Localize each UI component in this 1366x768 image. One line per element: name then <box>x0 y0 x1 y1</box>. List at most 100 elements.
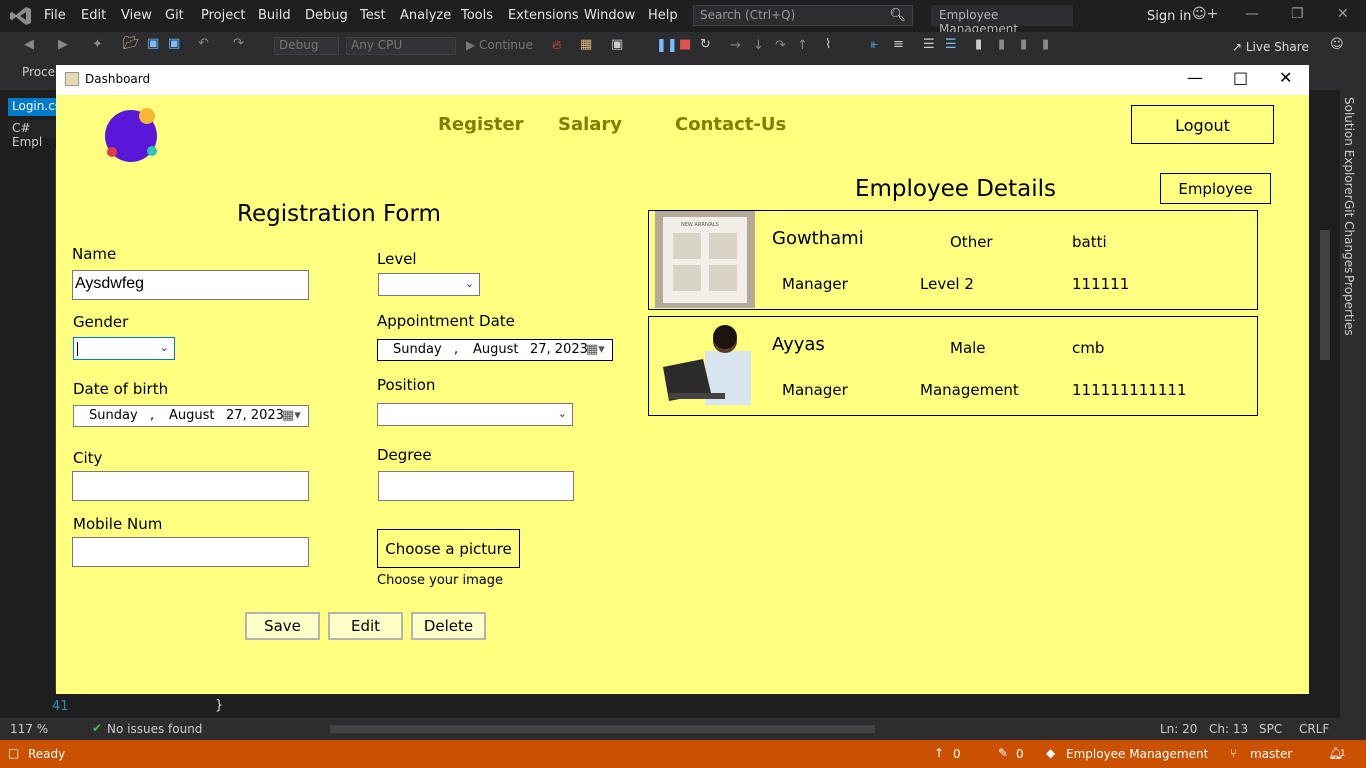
name-label: Name <box>72 245 117 263</box>
screenshot-icon[interactable]: ▣ <box>611 37 623 52</box>
right-tab-solution-explorer[interactable]: Solution Explorer <box>1342 97 1356 200</box>
open-folder-icon[interactable]: 📂︎ <box>123 36 140 51</box>
vs-restore-icon[interactable]: ❐ <box>1291 6 1304 22</box>
gender-select[interactable]: ⌄ <box>73 337 175 360</box>
calendar-icon[interactable]: ▦▾ <box>282 408 301 423</box>
menu-git[interactable]: Git <box>165 8 184 23</box>
chevron-down-icon: ⌄ <box>557 407 567 420</box>
next-bookmark-icon[interactable]: ▮ <box>1020 37 1027 52</box>
uncomment-icon[interactable]: ☰ <box>945 37 957 52</box>
dob-month: August <box>169 408 215 423</box>
menu-view[interactable]: View <box>121 8 152 23</box>
platform-combo[interactable]: Any CPU <box>346 37 456 55</box>
undo-icon[interactable]: ↶ <box>198 36 209 51</box>
feedback-icon[interactable]: ☺ <box>1330 37 1344 52</box>
menu-build[interactable]: Build <box>258 8 291 23</box>
hot-reload-icon[interactable]: 🔥︎ <box>552 38 562 53</box>
live-share-button[interactable]: ↗ Live Share <box>1232 40 1309 54</box>
prev-bookmark-icon[interactable]: ▮ <box>998 37 1005 52</box>
tab-login[interactable]: Login.cs <box>8 98 61 116</box>
maximize-icon[interactable]: □ <box>1233 68 1248 87</box>
menu-extensions[interactable]: Extensions <box>508 8 579 23</box>
horizontal-scrollbar[interactable] <box>330 725 875 733</box>
save-all-icon[interactable]: ▣ <box>168 36 180 51</box>
menu-project[interactable]: Project <box>201 8 245 23</box>
restart-icon[interactable]: ↻ <box>700 37 711 52</box>
menu-debug[interactable]: Debug <box>305 8 348 23</box>
diagnostic-icon[interactable]: ⌇ <box>825 37 831 52</box>
add-user-icon[interactable]: ☺+ <box>1192 6 1218 22</box>
appointment-date-picker[interactable]: Sunday , August 27, 2023 ▦▾ <box>377 339 613 361</box>
city-input[interactable] <box>72 471 309 501</box>
toggle-icon[interactable]: ⫦ <box>871 37 878 52</box>
delete-button[interactable]: Delete <box>411 612 486 640</box>
degree-input[interactable] <box>378 471 574 501</box>
pencil-icon[interactable]: ✎ <box>998 746 1008 760</box>
name-input[interactable]: Aysdwfeg <box>72 270 309 300</box>
find-icon[interactable]: ▦ <box>580 37 592 52</box>
new-item-icon[interactable]: ✦ <box>92 37 103 52</box>
push-icon[interactable]: ↑ <box>934 746 944 760</box>
nav-contact[interactable]: Contact-Us <box>675 114 786 135</box>
vs-logo-icon <box>10 6 32 26</box>
level-select[interactable]: ⌄ <box>378 273 480 296</box>
form-title: Registration Form <box>237 201 441 227</box>
appointment-day: Sunday <box>393 342 442 357</box>
company-logo <box>102 107 162 163</box>
zoom-level[interactable]: 117 % <box>10 722 48 736</box>
tab-empl[interactable]: C# Empl <box>8 120 58 149</box>
dob-date-picker[interactable]: Sunday , August 27, 2023 ▦▾ <box>73 405 309 427</box>
comment-icon[interactable]: ☰ <box>923 37 935 52</box>
vs-close-icon[interactable]: ✕ <box>1337 6 1349 22</box>
issues-status[interactable]: No issues found <box>107 722 202 736</box>
bookmark-icon[interactable]: ▮ <box>975 37 982 52</box>
menu-analyze[interactable]: Analyze <box>400 8 451 23</box>
step-over-icon[interactable]: ↷ <box>775 38 786 53</box>
right-tab-git-changes[interactable]: Git Changes <box>1342 200 1356 273</box>
step-into-icon[interactable]: ↓ <box>753 38 764 53</box>
employee-card[interactable]: NEW ARRIVALS Gowthami Other batti Manage… <box>648 210 1258 310</box>
process-label: Proce <box>22 65 56 79</box>
continue-button[interactable]: ▶ Continue <box>466 38 533 52</box>
format-icon[interactable]: ≡ <box>893 37 904 52</box>
show-next-icon[interactable]: → <box>730 38 741 53</box>
logout-button[interactable]: Logout <box>1131 105 1274 144</box>
close-icon[interactable]: ✕ <box>1279 68 1292 87</box>
position-select[interactable]: ⌄ <box>377 403 573 426</box>
pause-icon[interactable]: ❚❚ <box>656 38 678 53</box>
menu-help[interactable]: Help <box>648 8 678 23</box>
redo-icon[interactable]: ↷ <box>233 36 244 51</box>
sign-in-link[interactable]: Sign in <box>1147 9 1191 24</box>
branch-name[interactable]: master <box>1250 747 1292 761</box>
vs-search-box[interactable]: Search (Ctrl+Q) 🔍︎ <box>693 5 913 26</box>
editor-vertical-scrollbar[interactable] <box>1320 230 1330 360</box>
nav-register[interactable]: Register <box>438 114 524 135</box>
line-number: 41 <box>52 699 69 714</box>
nav-salary[interactable]: Salary <box>558 114 622 135</box>
stop-icon[interactable]: ■ <box>679 37 691 52</box>
minimize-icon[interactable]: — <box>1187 68 1203 87</box>
save-icon[interactable]: ▣ <box>147 36 159 51</box>
clear-bookmarks-icon[interactable]: ▮ <box>1042 37 1049 52</box>
calendar-icon[interactable]: ▦▾ <box>586 342 605 357</box>
menu-window[interactable]: Window <box>584 8 635 23</box>
menu-file[interactable]: File <box>44 8 66 23</box>
dashboard-window-title: Dashboard <box>85 72 151 86</box>
back-icon[interactable]: ◀ <box>24 37 34 52</box>
right-tab-properties[interactable]: Properties <box>1342 275 1356 336</box>
menu-test[interactable]: Test <box>360 8 386 23</box>
forward-icon[interactable]: ▶ <box>58 37 68 52</box>
repo-icon: ◆ <box>1046 746 1056 760</box>
menu-tools[interactable]: Tools <box>461 8 493 23</box>
menu-edit[interactable]: Edit <box>81 8 106 23</box>
save-button[interactable]: Save <box>245 612 320 640</box>
config-combo[interactable]: Debug <box>274 37 339 55</box>
vs-minimize-icon[interactable]: — <box>1245 6 1259 22</box>
step-out-icon[interactable]: ↑ <box>797 38 808 53</box>
edit-button[interactable]: Edit <box>328 612 403 640</box>
choose-picture-button[interactable]: Choose a picture <box>377 529 520 568</box>
employee-card[interactable]: Ayyas Male cmb Manager Management 111111… <box>648 316 1258 416</box>
mobile-input[interactable] <box>72 537 309 567</box>
employee-button[interactable]: Employee <box>1160 173 1271 204</box>
status-project[interactable]: Employee Management <box>1066 747 1208 761</box>
